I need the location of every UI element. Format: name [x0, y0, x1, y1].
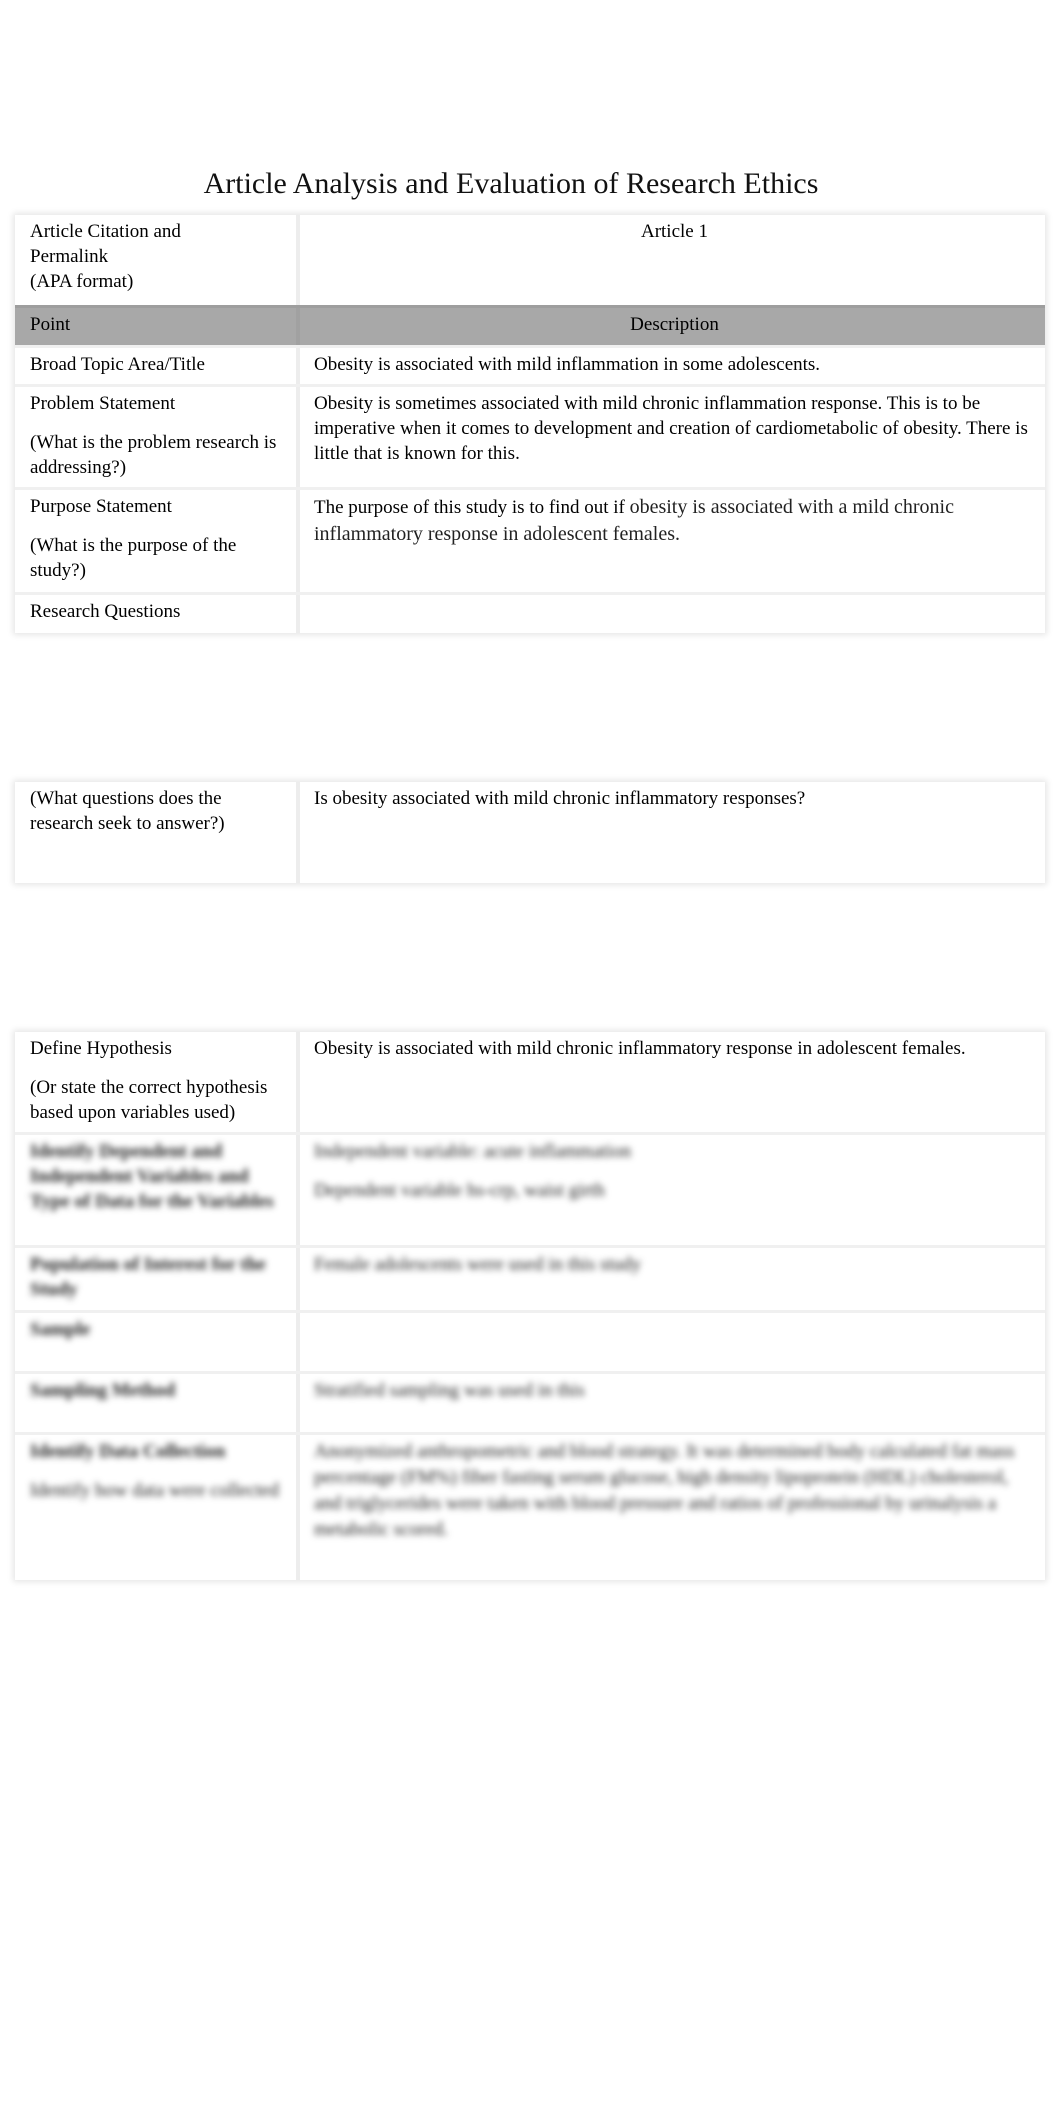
problem-value-cell: Obesity is sometimes associated with mil… — [300, 387, 1045, 487]
purpose-value-cell: The purpose of this study is to find out… — [300, 490, 1045, 592]
problem-hint: (What is the problem research is address… — [30, 432, 277, 478]
variables-value-2: Dependent variable hs-crp, waist girth — [314, 1180, 605, 1201]
research-questions-label-cell: Research Questions — [15, 595, 300, 633]
purpose-value-lead: The purpose of this study is to find out… — [314, 497, 630, 518]
table-row-topic: Broad Topic Area/Title Obesity is associ… — [15, 345, 1045, 384]
purpose-label: Purpose Statement — [30, 496, 172, 517]
citation-label-cell: Article Citation and Permalink (APA form… — [15, 215, 300, 305]
table-section-1: Article Citation and Permalink (APA form… — [15, 215, 1045, 633]
sampling-method-value-cell: Stratified sampling was used in this — [300, 1374, 1045, 1432]
sampling-method-value: Stratified sampling was used in this — [314, 1380, 585, 1401]
variables-label: Identify Dependent and Independent Varia… — [30, 1141, 274, 1212]
research-questions-label: Research Questions — [30, 601, 181, 622]
population-value-cell: Female adolescents were used in this stu… — [300, 1248, 1045, 1310]
table-row-citation: Article Citation and Permalink (APA form… — [15, 215, 1045, 305]
data-collection-label-cell: Identify Data Collection Identify how da… — [15, 1435, 300, 1580]
hypothesis-value-cell: Obesity is associated with mild chronic … — [300, 1032, 1045, 1132]
table-row-research-questions-top: Research Questions — [15, 592, 1045, 633]
table-row-population: Population of Interest for the Study Fem… — [15, 1245, 1045, 1310]
table-row-sample: Sample — [15, 1310, 1045, 1371]
citation-value: Article 1 — [640, 221, 708, 242]
table-row-sampling-method: Sampling Method Stratified sampling was … — [15, 1371, 1045, 1432]
data-collection-value-cell: Anonymized anthropometric and blood stra… — [300, 1435, 1045, 1580]
table-row-research-questions-bottom: (What questions does the research seek t… — [15, 782, 1045, 883]
sample-label-cell: Sample — [15, 1313, 300, 1371]
hypothesis-hint: (Or state the correct hypothesis based u… — [30, 1077, 268, 1123]
research-questions-hint: (What questions does the research seek t… — [30, 788, 225, 834]
problem-value: Obesity is sometimes associated with mil… — [314, 393, 1028, 464]
purpose-value: The purpose of this study is to find out… — [314, 494, 1035, 548]
topic-label: Broad Topic Area/Title — [30, 354, 205, 375]
topic-value-cell: Obesity is associated with mild inflamma… — [300, 348, 1045, 384]
header-point: Point — [15, 308, 300, 345]
research-questions-value: Is obesity associated with mild chronic … — [314, 788, 806, 809]
problem-label-cell: Problem Statement (What is the problem r… — [15, 387, 300, 487]
variables-label-cell: Identify Dependent and Independent Varia… — [15, 1135, 300, 1245]
table-row-problem: Problem Statement (What is the problem r… — [15, 384, 1045, 487]
problem-label: Problem Statement — [30, 393, 176, 414]
hypothesis-label-cell: Define Hypothesis (Or state the correct … — [15, 1032, 300, 1132]
topic-label-cell: Broad Topic Area/Title — [15, 348, 300, 384]
document-title: Article Analysis and Evaluation of Resea… — [203, 167, 819, 200]
variables-value-1: Independent variable: acute inflammation — [314, 1141, 632, 1162]
purpose-label-cell: Purpose Statement (What is the purpose o… — [15, 490, 300, 592]
data-collection-label: Identify Data Collection — [30, 1441, 226, 1462]
citation-label: Article Citation and Permalink — [30, 221, 181, 267]
table-header-row: Point Description — [15, 305, 1045, 345]
header-description-label: Description — [630, 314, 719, 335]
sample-label: Sample — [30, 1319, 91, 1340]
sampling-method-label: Sampling Method — [30, 1380, 176, 1401]
table-row-hypothesis: Define Hypothesis (Or state the correct … — [15, 1032, 1045, 1132]
table-row-data-collection: Identify Data Collection Identify how da… — [15, 1432, 1045, 1580]
population-label: Population of Interest for the Study — [30, 1254, 266, 1300]
header-description: Description — [300, 308, 1045, 345]
population-value: Female adolescents were used in this stu… — [314, 1254, 642, 1275]
population-label-cell: Population of Interest for the Study — [15, 1248, 300, 1310]
citation-sublabel: (APA format) — [30, 271, 134, 292]
table-section-3: Define Hypothesis (Or state the correct … — [15, 1032, 1045, 1580]
hypothesis-label: Define Hypothesis — [30, 1038, 172, 1059]
research-questions-hint-cell: (What questions does the research seek t… — [15, 782, 300, 883]
research-questions-value-cell: Is obesity associated with mild chronic … — [300, 782, 1045, 883]
table-row-variables: Identify Dependent and Independent Varia… — [15, 1132, 1045, 1245]
citation-value-cell: Article 1 — [300, 215, 1045, 305]
table-section-2: (What questions does the research seek t… — [15, 782, 1045, 883]
topic-value: Obesity is associated with mild inflamma… — [314, 354, 821, 375]
data-collection-hint: Identify how data were collected — [30, 1480, 279, 1501]
hypothesis-value: Obesity is associated with mild chronic … — [314, 1038, 966, 1059]
variables-value-cell: Independent variable: acute inflammation… — [300, 1135, 1045, 1245]
sampling-method-label-cell: Sampling Method — [15, 1374, 300, 1432]
header-point-label: Point — [30, 314, 71, 335]
data-collection-value: Anonymized anthropometric and blood stra… — [314, 1441, 1015, 1540]
research-questions-value-cell-top — [300, 595, 1045, 633]
purpose-hint: (What is the purpose of the study?) — [30, 535, 237, 581]
table-row-purpose: Purpose Statement (What is the purpose o… — [15, 487, 1045, 592]
sample-value-cell — [300, 1313, 1045, 1371]
